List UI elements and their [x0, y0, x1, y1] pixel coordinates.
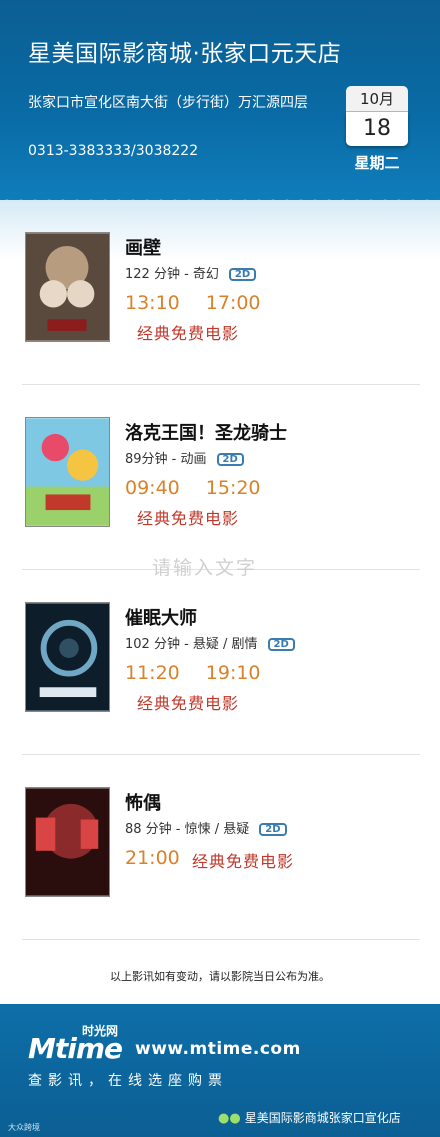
schedule-notice: 以上影讯如有变动，请以影院当日公布为准。 [110, 970, 330, 983]
showtimes: 13:10 17:00 [125, 292, 287, 314]
divider [22, 939, 420, 940]
showtime[interactable]: 19:10 [206, 662, 261, 684]
movie-title[interactable]: 洛克王国！圣龙骑士 [125, 419, 287, 445]
wechat-account-name: 星美国际影商城张家口宣化店 [244, 1111, 401, 1125]
movie-item[interactable]: 画壁 122 分钟 - 奇幻 2D 13:10 17:00 经典免费电影 [0, 232, 440, 417]
movie-meta: 88 分钟 - 惊悚 / 悬疑 2D [125, 818, 287, 837]
movie-poster[interactable] [25, 602, 110, 712]
movie-duration-genre: 89分钟 - 动画 [125, 452, 207, 467]
calendar-weekday: 星期二 [354, 154, 400, 172]
ticket-edge-bottom [0, 996, 440, 1010]
movie-meta: 122 分钟 - 奇幻 2D [125, 263, 257, 282]
movie-title[interactable]: 画壁 [125, 234, 161, 260]
calendar-day: 18 [346, 112, 408, 146]
movie-poster[interactable] [25, 417, 110, 527]
header-banner: 星美国际影商城·张家口元天店 张家口市宣化区南大街（步行街）万汇源四层 0313… [0, 0, 440, 200]
movie-item[interactable]: 怖偶 88 分钟 - 惊悚 / 悬疑 2D 21:00 经典免费电影 [0, 787, 440, 972]
movie-duration-genre: 88 分钟 - 惊悚 / 悬疑 [125, 822, 250, 837]
calendar-month: 10月 [346, 86, 408, 112]
divider [22, 384, 420, 385]
movie-meta: 89分钟 - 动画 2D [125, 448, 244, 467]
showtimes: 09:40 15:20 [125, 477, 287, 499]
movie-poster[interactable] [25, 787, 110, 897]
movie-meta: 102 分钟 - 悬疑 / 剧情 2D [125, 633, 295, 652]
logo-cn-text: 时光网 [82, 1024, 119, 1038]
mtime-logo[interactable]: Mtime 时光网 [28, 1024, 128, 1065]
showtime[interactable]: 21:00 [125, 847, 180, 869]
format-badge: 2D [259, 823, 287, 836]
showtime[interactable]: 13:10 [125, 292, 180, 314]
placeholder-watermark: 请输入文字 [152, 557, 258, 579]
movie-title[interactable]: 催眠大师 [125, 604, 197, 630]
free-movie-note: 经典免费电影 [137, 324, 240, 343]
showtime[interactable]: 17:00 [206, 292, 261, 314]
free-movie-note: 经典免费电影 [137, 694, 240, 713]
cinema-title: 星美国际影商城·张家口元天店 [28, 41, 342, 67]
format-badge: 2D [216, 453, 244, 466]
showtime[interactable]: 09:40 [125, 477, 180, 499]
cinema-address: 张家口市宣化区南大街（步行街）万汇源四层 [28, 95, 308, 111]
showtime[interactable]: 15:20 [206, 477, 261, 499]
showtimes: 11:20 19:10 [125, 662, 287, 684]
movie-duration-genre: 102 分钟 - 悬疑 / 剧情 [125, 637, 258, 652]
free-movie-note: 经典免费电影 [192, 852, 295, 871]
format-badge: 2D [267, 638, 295, 651]
wechat-account[interactable]: ●● 星美国际影商城张家口宣化店 [218, 1109, 401, 1126]
free-movie-note: 经典免费电影 [137, 509, 240, 528]
movie-item[interactable]: 催眠大师 102 分钟 - 悬疑 / 剧情 2D 11:20 19:10 经典免费电… [0, 602, 440, 787]
showtime[interactable]: 11:20 [125, 662, 180, 684]
footer-slogan: 查影讯，在线选座购票 [28, 1073, 228, 1089]
corner-watermark: 大众跨境 [8, 1123, 40, 1132]
format-badge: 2D [228, 268, 257, 281]
footer-banner: Mtime 时光网 www.mtime.com 查影讯，在线选座购票 ●● 星美国… [0, 1004, 440, 1137]
site-url-link[interactable]: www.mtime.com [135, 1039, 301, 1059]
date-calendar: 10月 18 星期二 [346, 86, 408, 173]
divider [22, 754, 420, 755]
movie-title[interactable]: 怖偶 [125, 789, 161, 815]
cinema-phone[interactable]: 0313-3383333/3038222 [28, 143, 328, 159]
movie-poster[interactable] [25, 232, 110, 342]
movie-duration-genre: 122 分钟 - 奇幻 [125, 267, 219, 282]
wechat-icon: ●● [218, 1111, 241, 1126]
